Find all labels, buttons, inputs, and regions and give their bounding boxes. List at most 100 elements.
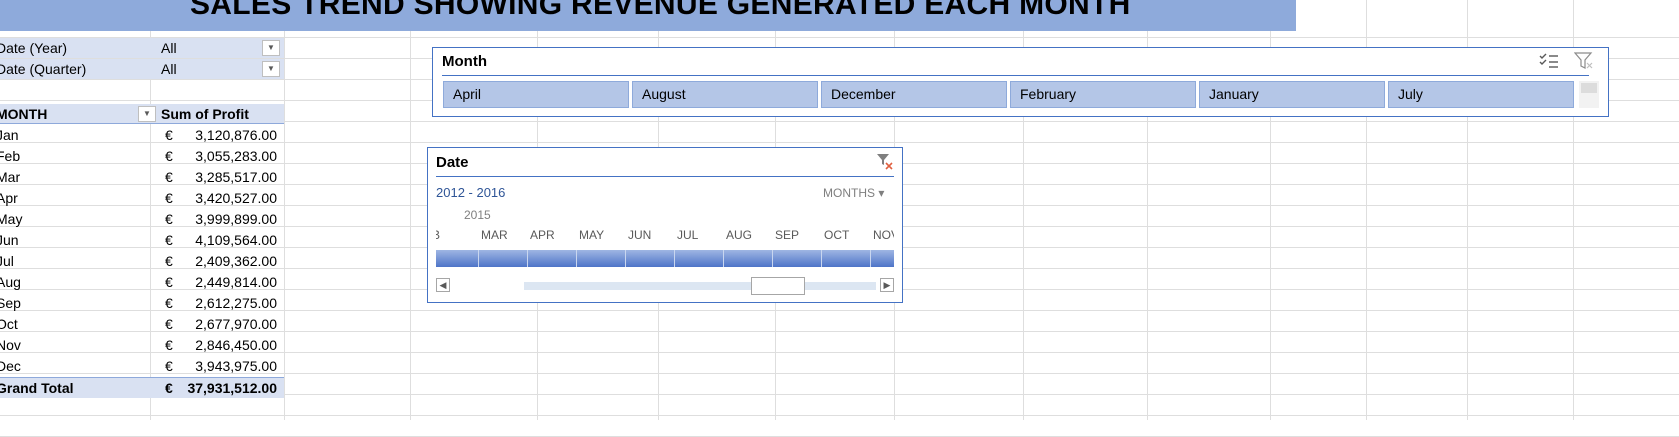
filter-label: Date (Quarter) (0, 61, 87, 77)
timeline-month-divider (870, 250, 871, 267)
currency-symbol: € (165, 169, 173, 185)
timeline-month-divider (821, 250, 822, 267)
chevron-down-icon: ▾ (878, 186, 885, 200)
slicer-item-december[interactable]: December (821, 81, 1007, 108)
timeline-month-divider (772, 250, 773, 267)
timeline-month-divider (576, 250, 577, 267)
pivot-month-cell: Jan (0, 127, 19, 143)
currency-symbol: € (165, 127, 173, 143)
timeline-selection-bar[interactable] (436, 250, 894, 267)
pivot-header: MONTH ▼ Sum of Profit (0, 104, 284, 124)
timeline-month-label: AUG (726, 228, 753, 242)
pivot-row: Feb €3,055,283.00 (0, 146, 284, 167)
date-timeline: Date 2012 - 2016 MONTHS ▾ 2015 B MAR APR MA… (427, 147, 903, 303)
pivot-month-cell: Oct (0, 316, 18, 332)
pivot-amount-cell: 2,612,275.00 (195, 295, 277, 311)
pivot-row: Jul €2,409,362.00 (0, 251, 284, 272)
timeline-title: Date (436, 154, 469, 171)
scroll-left-button[interactable]: ◀ (436, 278, 450, 292)
timeline-month-divider (527, 250, 528, 267)
currency-symbol: € (165, 380, 173, 396)
slicer-title: Month (442, 53, 487, 70)
currency-symbol: € (165, 253, 173, 269)
grid-col-line (410, 0, 411, 420)
scroll-track[interactable] (524, 282, 876, 290)
slicer-scrollbar[interactable] (1579, 81, 1599, 108)
timeline-divider (436, 176, 894, 177)
pivot-month-cell: Nov (0, 337, 21, 353)
pivot-amount-cell: 2,449,814.00 (195, 274, 277, 290)
pivot-month-cell: Dec (0, 358, 21, 374)
currency-symbol: € (165, 190, 173, 206)
pivot-amount-cell: 3,943,975.00 (195, 358, 277, 374)
filter-dropdown-button[interactable]: ▼ (262, 61, 280, 77)
pivot-grand-total-row: Grand Total €37,931,512.00 (0, 377, 284, 398)
grid-row-line (0, 415, 1679, 416)
pivot-amount-cell: 3,285,517.00 (195, 169, 277, 185)
timeline-month-label: APR (530, 228, 555, 242)
pivot-month-cell: Jul (0, 253, 14, 269)
timeline-year-label: 2015 (464, 208, 491, 222)
pivot-row: Jan €3,120,876.00 (0, 125, 284, 146)
timeline-month-divider (723, 250, 724, 267)
timeline-level-label: MONTHS (823, 186, 875, 200)
timeline-month-divider (674, 250, 675, 267)
slicer-item-july[interactable]: July (1388, 81, 1574, 108)
pivot-amount-cell: 3,120,876.00 (195, 127, 277, 143)
timeline-month-label: MAR (481, 228, 508, 242)
slicer-item-august[interactable]: August (632, 81, 818, 108)
filter-date-year: Date (Year) All ▼ (0, 38, 284, 58)
pivot-row: Jun €4,109,564.00 (0, 230, 284, 251)
currency-symbol: € (165, 295, 173, 311)
pivot-month-cell: Jun (0, 232, 19, 248)
pivot-month-cell: Sep (0, 295, 21, 311)
timeline-month-label: SEP (775, 228, 800, 242)
filter-date-quarter: Date (Quarter) All ▼ (0, 59, 284, 79)
pivot-col-month: MONTH (0, 106, 48, 122)
pivot-amount-cell: 2,409,362.00 (195, 253, 277, 269)
pivot-month-cell: Aug (0, 274, 21, 290)
timeline-month-labels: B MAR APR MAY JUN JUL AUG SEP OCT NOV (436, 228, 894, 244)
slicer-item-april[interactable]: April (443, 81, 629, 108)
pivot-amount-cell: 3,420,527.00 (195, 190, 277, 206)
timeline-month-divider (625, 250, 626, 267)
pivot-row: Dec €3,943,975.00 (0, 356, 284, 377)
scroll-right-button[interactable]: ▶ (880, 278, 894, 292)
pivot-month-cell: May (0, 211, 23, 227)
pivot-row: Sep €2,612,275.00 (0, 293, 284, 314)
slicer-divider (442, 75, 1589, 76)
pivot-month-cell: Apr (0, 190, 18, 206)
timeline-level-dropdown[interactable]: MONTHS ▾ (823, 186, 884, 200)
timeline-month-label: B (436, 228, 441, 242)
timeline-scrollbar: ◀ ▶ (436, 277, 894, 295)
timeline-month-label: OCT (824, 228, 850, 242)
pivot-month-cell: Mar (0, 169, 21, 185)
slicer-item-february[interactable]: February (1010, 81, 1196, 108)
grid-col-line (284, 0, 285, 420)
month-slicer: Month April August December February January… (432, 47, 1609, 117)
pivot-row: Nov €2,846,450.00 (0, 335, 284, 356)
slicer-item-january[interactable]: January (1199, 81, 1385, 108)
pivot-row: Apr €3,420,527.00 (0, 188, 284, 209)
grand-total-amount: 37,931,512.00 (187, 380, 277, 396)
clear-filter-icon[interactable] (876, 153, 894, 171)
pivot-row: Oct €2,677,970.00 (0, 314, 284, 335)
timeline-month-label: MAY (579, 228, 605, 242)
filter-value: All (161, 40, 177, 56)
filter-value: All (161, 61, 177, 77)
clear-filter-icon[interactable] (1573, 52, 1595, 72)
scroll-thumb[interactable] (751, 277, 805, 295)
currency-symbol: € (165, 358, 173, 374)
currency-symbol: € (165, 316, 173, 332)
pivot-amount-cell: 3,999,899.00 (195, 211, 277, 227)
pivot-month-filter-button[interactable]: ▼ (138, 106, 156, 122)
grand-total-label: Grand Total (0, 380, 74, 396)
pivot-amount-cell: 2,846,450.00 (195, 337, 277, 353)
filter-dropdown-button[interactable]: ▼ (262, 40, 280, 56)
timeline-month-label: NOV (873, 228, 894, 242)
pivot-amount-cell: 3,055,283.00 (195, 148, 277, 164)
pivot-row: May €3,999,899.00 (0, 209, 284, 230)
filter-label: Date (Year) (0, 40, 68, 56)
multi-select-icon[interactable] (1538, 52, 1560, 72)
currency-symbol: € (165, 232, 173, 248)
